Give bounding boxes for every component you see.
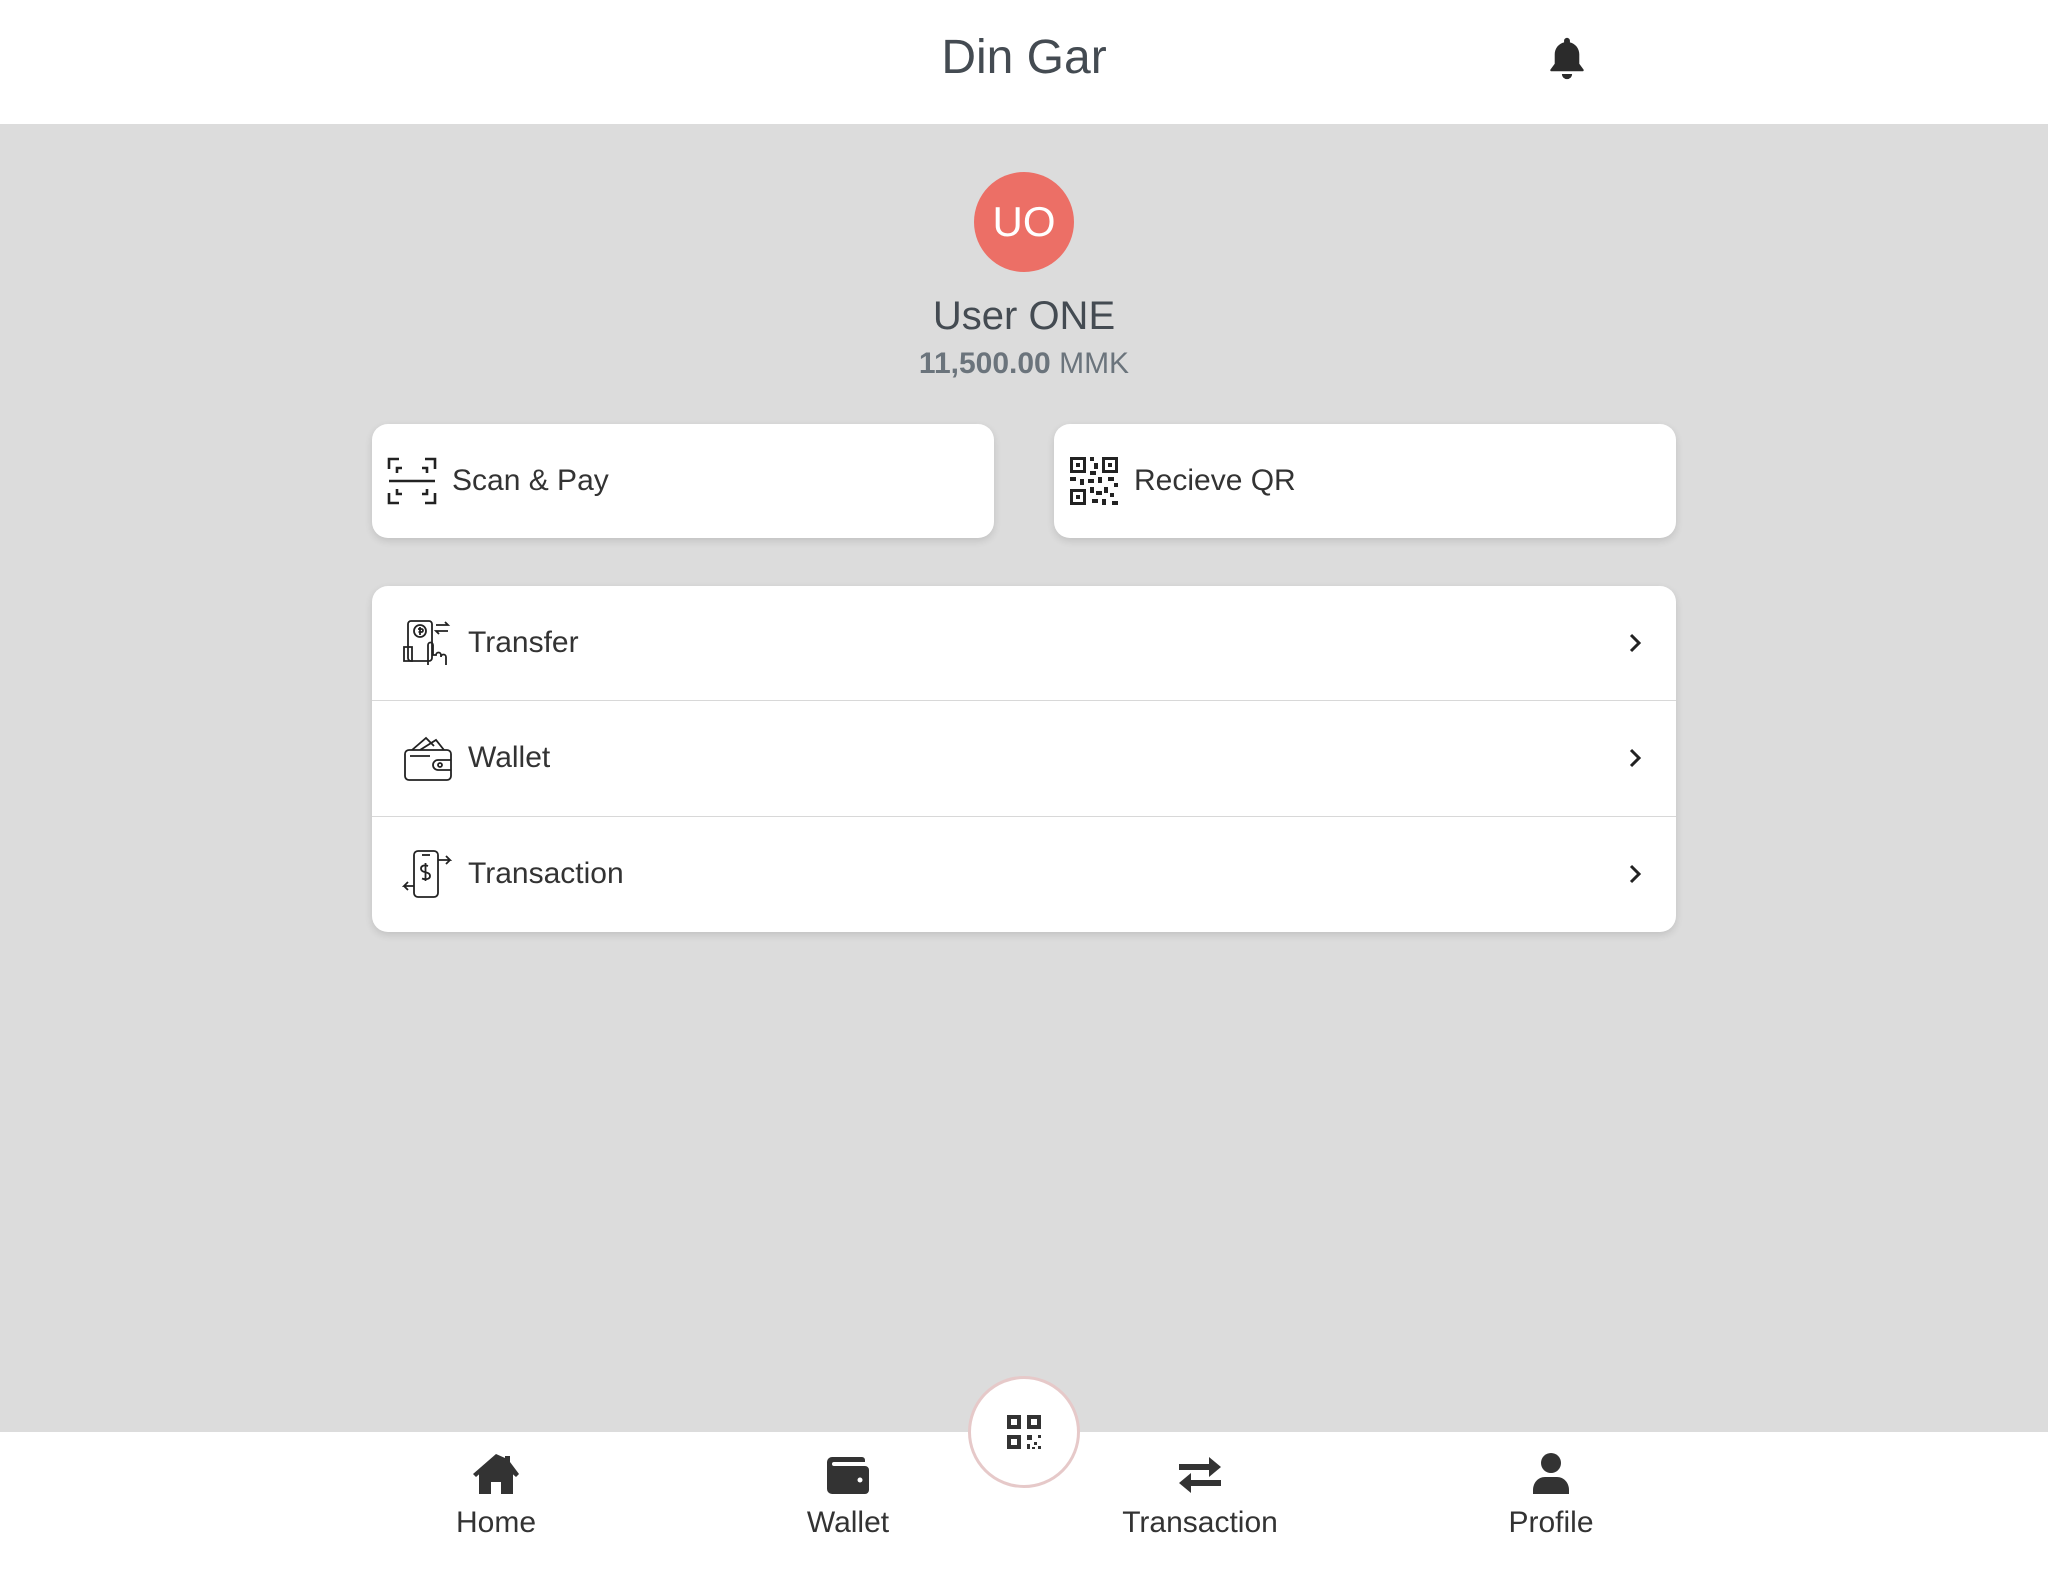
user-icon [1533, 1453, 1569, 1494]
nav-profile[interactable]: Profile [1441, 1452, 1661, 1540]
menu-item-wallet[interactable]: Wallet [372, 701, 1676, 817]
receive-qr-label: Recieve QR [1134, 464, 1296, 497]
menu-item-label: Wallet [468, 741, 551, 775]
menu-item-transaction[interactable]: Transaction [372, 817, 1676, 932]
scan-icon [387, 457, 437, 505]
chevron-right-icon [1629, 865, 1642, 884]
qr-fab-button[interactable] [968, 1376, 1080, 1488]
nav-transaction[interactable]: Transaction [1090, 1452, 1310, 1540]
exchange-icon [1179, 1457, 1221, 1493]
scan-pay-label: Scan & Pay [452, 464, 609, 497]
nav-profile-label: Profile [1508, 1506, 1594, 1539]
qr-code-icon [1070, 457, 1118, 505]
home-icon [473, 1454, 519, 1494]
top-app-bar: Din Gar [0, 0, 2048, 124]
wallet-icon [827, 1457, 869, 1494]
nav-wallet[interactable]: Wallet [738, 1452, 958, 1540]
menu-item-label: Transfer [468, 626, 579, 660]
chevron-right-icon [1629, 634, 1642, 653]
app-title: Din Gar [941, 31, 1107, 84]
nav-wallet-label: Wallet [806, 1506, 890, 1539]
bell-icon[interactable] [1545, 34, 1589, 84]
nav-transaction-label: Transaction [1122, 1506, 1278, 1539]
balance: 11,500.00 MMK [0, 347, 2048, 381]
wallet-icon [404, 737, 452, 782]
chevron-right-icon [1629, 749, 1642, 768]
receive-qr-button[interactable]: Recieve QR [1054, 424, 1676, 538]
menu-item-transfer[interactable]: Transfer [372, 586, 1676, 702]
transfer-icon [403, 620, 451, 666]
user-name: User ONE [932, 294, 1116, 338]
main-menu: Transfer Wallet Transaction [372, 586, 1676, 932]
nav-home-label: Home [455, 1506, 537, 1539]
avatar[interactable]: UO [974, 172, 1074, 272]
balance-currency: MMK [1059, 347, 1130, 380]
qr-code-icon [1007, 1415, 1041, 1449]
transaction-icon [402, 850, 453, 899]
profile-summary: UO User ONE 11,500.00 MMK [0, 172, 2048, 381]
balance-amount: 11,500.00 [918, 347, 1051, 380]
scan-pay-button[interactable]: Scan & Pay [372, 424, 994, 538]
menu-item-label: Transaction [468, 857, 624, 891]
nav-home[interactable]: Home [386, 1452, 606, 1540]
